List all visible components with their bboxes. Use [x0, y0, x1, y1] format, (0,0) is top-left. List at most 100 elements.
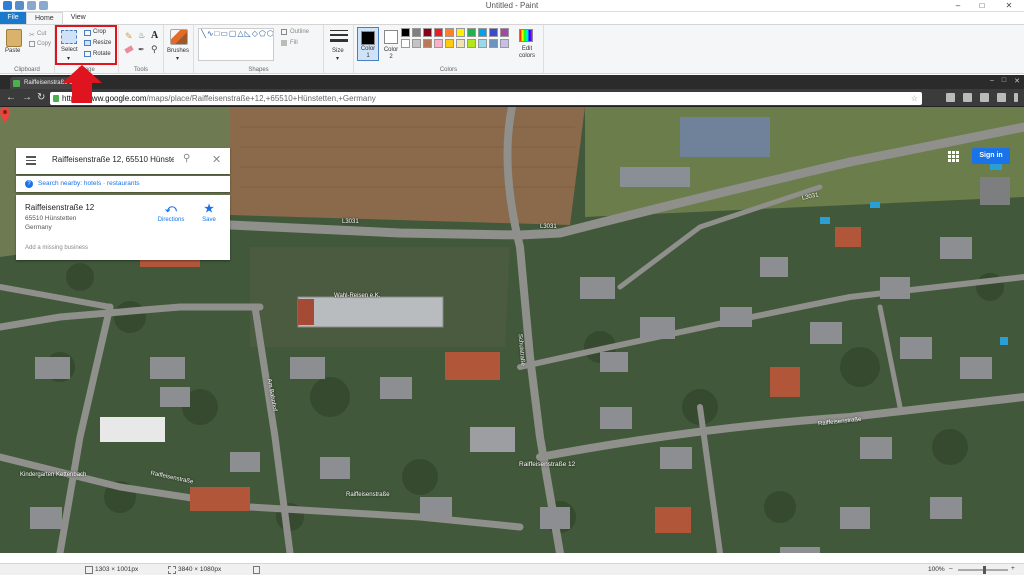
canvas-size: 3840 × 1080px: [178, 566, 222, 573]
save-label: Save: [202, 217, 216, 223]
search-nearby-link[interactable]: ? Search nearby: hotels · restaurants: [16, 176, 230, 192]
color1-swatch: [361, 31, 375, 45]
palette-color-swatch[interactable]: [478, 28, 487, 37]
directions-button[interactable]: ⤺ Directions: [151, 203, 191, 223]
fill-icon: [281, 40, 287, 46]
location-pin-icon[interactable]: [0, 107, 10, 123]
copy-button[interactable]: Copy: [37, 41, 51, 47]
tab-view[interactable]: View: [63, 12, 94, 24]
reload-icon[interactable]: ↻: [37, 92, 45, 104]
clear-search-icon[interactable]: ✕: [212, 153, 221, 166]
edit-colors-button[interactable]: Edit colors: [518, 46, 536, 60]
search-icon[interactable]: ⚲: [183, 153, 190, 164]
zoom-slider-thumb[interactable]: [983, 566, 986, 574]
status-bar: 1303 × 1001px 3840 × 1080px 100% – +: [0, 563, 1024, 575]
palette-color-swatch[interactable]: [445, 28, 454, 37]
shapes-group: ╲∿□▭▢△◺◇⬠⬡➔⇦⇧⇩✦✧★☆⬭◯◠◡♡⚡ Outline Fill Sh…: [194, 25, 324, 74]
bookmark-star-icon[interactable]: ☆: [911, 92, 918, 105]
palette-color-swatch[interactable]: [500, 28, 509, 37]
fill-button[interactable]: Fill: [290, 40, 298, 46]
ribbon-tabs: File Home View: [0, 12, 1024, 24]
hamburger-menu-icon[interactable]: [26, 156, 36, 167]
tab-file[interactable]: File: [0, 12, 26, 24]
extension-icon[interactable]: [997, 93, 1006, 102]
extension-icon[interactable]: [963, 93, 972, 102]
address-bar[interactable]: https://www.google.com/maps/place/Raiffe…: [50, 92, 922, 105]
shapes-gallery[interactable]: ╲∿□▭▢△◺◇⬠⬡➔⇦⇧⇩✦✧★☆⬭◯◠◡♡⚡: [198, 28, 274, 61]
color2-swatch[interactable]: [384, 30, 398, 44]
forward-icon[interactable]: →: [22, 92, 32, 104]
palette-color-swatch[interactable]: [412, 28, 421, 37]
browser-toolbar: ← → ↻ https://www.google.com/maps/place/…: [0, 89, 1024, 107]
title-bar: Untitled - Paint – □ ✕: [0, 0, 1024, 12]
back-icon[interactable]: ←: [6, 92, 16, 104]
place-card: Raiffeisenstraße 12 65510 Hünstetten Ger…: [16, 195, 230, 260]
search-nearby-text: Search nearby: hotels · restaurants: [38, 180, 140, 187]
cursor-position-icon: [85, 566, 93, 574]
palette-color-swatch[interactable]: [434, 39, 443, 48]
place-label-kindergarten: Kindergarten Kettenbach: [20, 472, 87, 478]
paste-button[interactable]: Paste: [5, 48, 20, 54]
eraser-icon[interactable]: [124, 45, 134, 54]
place-name: Raiffeisenstraße 12: [25, 203, 95, 212]
clipboard-group-label: Clipboard: [14, 67, 40, 73]
place-label-wahl-reisen: Wahl-Reisen e.K.: [334, 293, 381, 299]
palette-color-swatch[interactable]: [401, 28, 410, 37]
browser-window: Raiffeisenstraße 12 – □ ✕ ← → ↻ https://…: [0, 75, 1024, 553]
satellite-map[interactable]: L3031 L3031 L3031 Wahl-Reisen e.K. Kinde…: [0, 107, 1024, 553]
palette-color-swatch[interactable]: [467, 39, 476, 48]
add-missing-business-link[interactable]: Add a missing business: [25, 245, 88, 251]
palette-color-swatch[interactable]: [467, 28, 476, 37]
color-picker-icon[interactable]: ✒: [138, 45, 145, 54]
menu-icon[interactable]: [1014, 93, 1018, 102]
palette-color-swatch[interactable]: [401, 39, 410, 48]
palette-color-swatch[interactable]: [489, 28, 498, 37]
select-highlight-box: [55, 25, 117, 65]
save-place-button[interactable]: ★ Save: [189, 203, 229, 223]
palette-color-swatch[interactable]: [456, 28, 465, 37]
edit-colors-icon[interactable]: [519, 29, 533, 42]
size-button[interactable]: Size: [332, 48, 344, 54]
line-size-icon[interactable]: [330, 30, 348, 45]
pencil-icon[interactable]: ✎: [125, 31, 133, 42]
sign-in-button[interactable]: Sign in: [972, 148, 1010, 164]
road-label-raiffeisenstrasse: Raiffeisenstraße: [346, 492, 390, 498]
palette-color-swatch[interactable]: [423, 28, 432, 37]
tab-home[interactable]: Home: [26, 12, 63, 24]
palette-color-swatch[interactable]: [500, 39, 509, 48]
paste-icon[interactable]: [6, 29, 22, 47]
browser-close-icon[interactable]: ✕: [1014, 77, 1020, 85]
extension-icon[interactable]: [946, 93, 955, 102]
brush-icon[interactable]: [170, 29, 188, 45]
extension-icon[interactable]: [980, 93, 989, 102]
outline-button[interactable]: Outline: [290, 29, 309, 35]
maps-search-input[interactable]: Raiffeisenstraße 12, 65510 Hünste: [52, 155, 174, 164]
cut-button[interactable]: Cut: [37, 31, 46, 37]
browser-minimize-icon[interactable]: –: [990, 77, 994, 85]
outline-icon: [281, 29, 287, 35]
text-icon[interactable]: A: [151, 30, 158, 41]
maps-search-box: Raiffeisenstraße 12, 65510 Hünste ⚲ ✕: [16, 148, 230, 174]
extension-icons: [946, 93, 1018, 102]
palette-color-swatch[interactable]: [445, 39, 454, 48]
browser-maximize-icon[interactable]: □: [1002, 77, 1006, 85]
palette-color-swatch[interactable]: [434, 28, 443, 37]
magnifier-icon[interactable]: ⚲: [151, 44, 158, 55]
size-group: Size ▾: [324, 25, 354, 74]
window-title: Untitled - Paint: [485, 1, 539, 10]
palette-color-swatch[interactable]: [489, 39, 498, 48]
palette-color-swatch[interactable]: [456, 39, 465, 48]
directions-label: Directions: [157, 217, 185, 223]
zoom-out-icon[interactable]: –: [949, 565, 953, 572]
zoom-in-icon[interactable]: +: [1011, 565, 1015, 572]
palette-color-swatch[interactable]: [423, 39, 432, 48]
brushes-button[interactable]: Brushes: [167, 48, 189, 54]
maximize-button[interactable]: □: [970, 0, 994, 11]
minimize-button[interactable]: –: [946, 0, 970, 11]
fill-bucket-icon[interactable]: ♨: [138, 31, 145, 40]
close-button[interactable]: ✕: [994, 0, 1024, 11]
scissors-icon: ✂: [29, 32, 35, 39]
palette-color-swatch[interactable]: [412, 39, 421, 48]
palette-color-swatch[interactable]: [478, 39, 487, 48]
apps-grid-icon[interactable]: [948, 151, 960, 163]
